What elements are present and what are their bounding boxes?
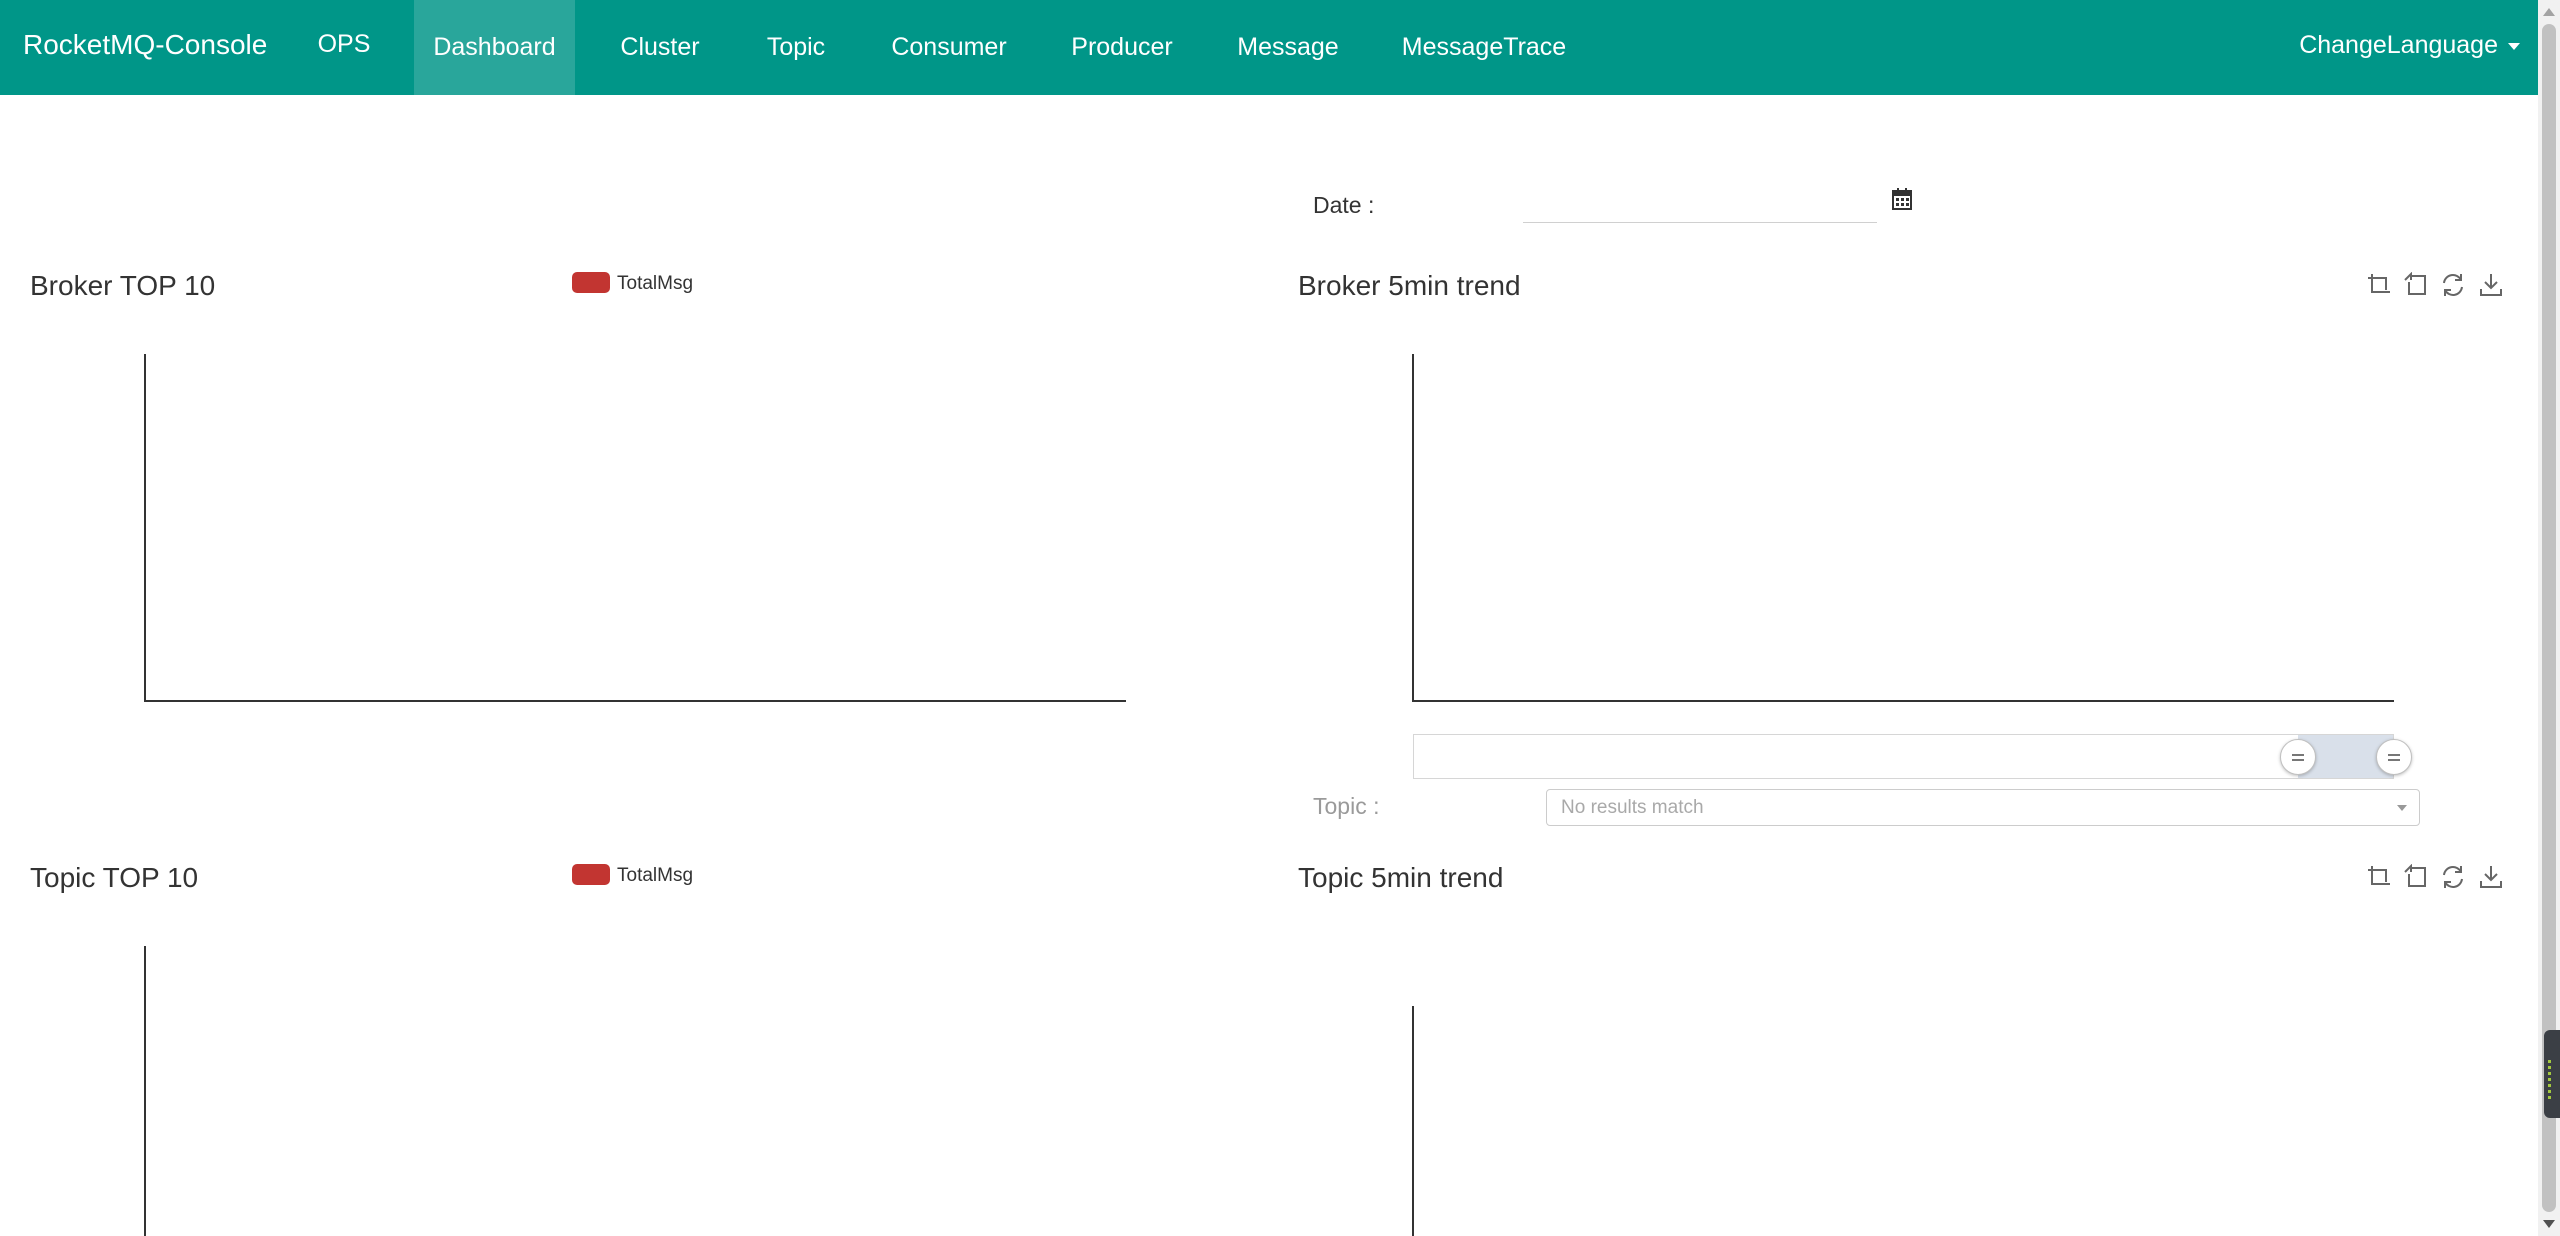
brand-logo-text[interactable]: RocketMQ-Console (23, 28, 267, 62)
broker-trend-x-axis (1412, 700, 2394, 702)
dropdown-arrow-icon (2397, 805, 2407, 811)
nav-item-topic[interactable]: Topic (748, 0, 844, 95)
broker-top10-x-axis (144, 700, 1126, 702)
nav-item-ops[interactable]: OPS (306, 0, 382, 95)
legend-label: TotalMsg (617, 273, 694, 294)
change-language-label: ChangeLanguage (2299, 31, 2498, 59)
topic-select-text: No results match (1561, 797, 1704, 818)
legend-label: TotalMsg (617, 865, 694, 886)
broker-trend-toolbox (2366, 271, 2506, 302)
topic-trend-y-axis (1412, 1006, 1414, 1236)
broker-trend-datazoom-slider[interactable] (1413, 734, 2412, 779)
zoom-reset-icon[interactable] (2403, 863, 2431, 892)
zoom-icon[interactable] (2366, 272, 2394, 300)
topic-label: Topic : (1313, 793, 1380, 819)
legend-swatch (572, 272, 610, 293)
topic-top10-y-axis (144, 946, 146, 1236)
save-image-icon[interactable] (2478, 864, 2506, 892)
nav-item-producer[interactable]: Producer (1060, 0, 1184, 95)
datazoom-start-handle[interactable] (2280, 739, 2316, 775)
zoom-icon[interactable] (2366, 864, 2394, 892)
nav-item-message[interactable]: Message (1226, 0, 1350, 95)
broker-trend-title: Broker 5min trend (1298, 270, 1521, 301)
topic-select[interactable]: No results match (1546, 789, 2420, 826)
topic-trend-title: Topic 5min trend (1298, 862, 1504, 893)
side-widget-tab[interactable] (2544, 1030, 2560, 1118)
restore-icon[interactable] (2440, 864, 2468, 892)
broker-trend-y-axis (1412, 354, 1414, 702)
nav-item-messagetrace[interactable]: MessageTrace (1394, 0, 1574, 95)
broker-top10-title: Broker TOP 10 (30, 270, 216, 301)
nav-item-cluster[interactable]: Cluster (600, 0, 720, 95)
change-language-dropdown[interactable]: ChangeLanguage (2299, 0, 2520, 90)
datazoom-end-handle[interactable] (2376, 739, 2412, 775)
zoom-reset-icon[interactable] (2403, 271, 2431, 300)
broker-top10-y-axis (144, 354, 146, 702)
caret-down-icon (2508, 42, 2520, 50)
nav-item-dashboard[interactable]: Dashboard (414, 0, 575, 95)
nav-item-consumer[interactable]: Consumer (876, 0, 1022, 95)
calendar-icon[interactable] (1892, 188, 1912, 215)
topic-top10-title: Topic TOP 10 (30, 862, 199, 893)
restore-icon[interactable] (2440, 272, 2468, 300)
scroll-up-arrow-icon[interactable] (2543, 8, 2555, 16)
legend-swatch (572, 864, 610, 885)
top-navbar: RocketMQ-Console OPS Dashboard Cluster T… (0, 0, 2538, 95)
topic-trend-toolbox (2366, 863, 2506, 894)
save-image-icon[interactable] (2478, 272, 2506, 300)
scroll-down-arrow-icon[interactable] (2543, 1220, 2555, 1228)
date-input[interactable] (1523, 190, 1877, 223)
date-label: Date : (1313, 192, 1375, 218)
